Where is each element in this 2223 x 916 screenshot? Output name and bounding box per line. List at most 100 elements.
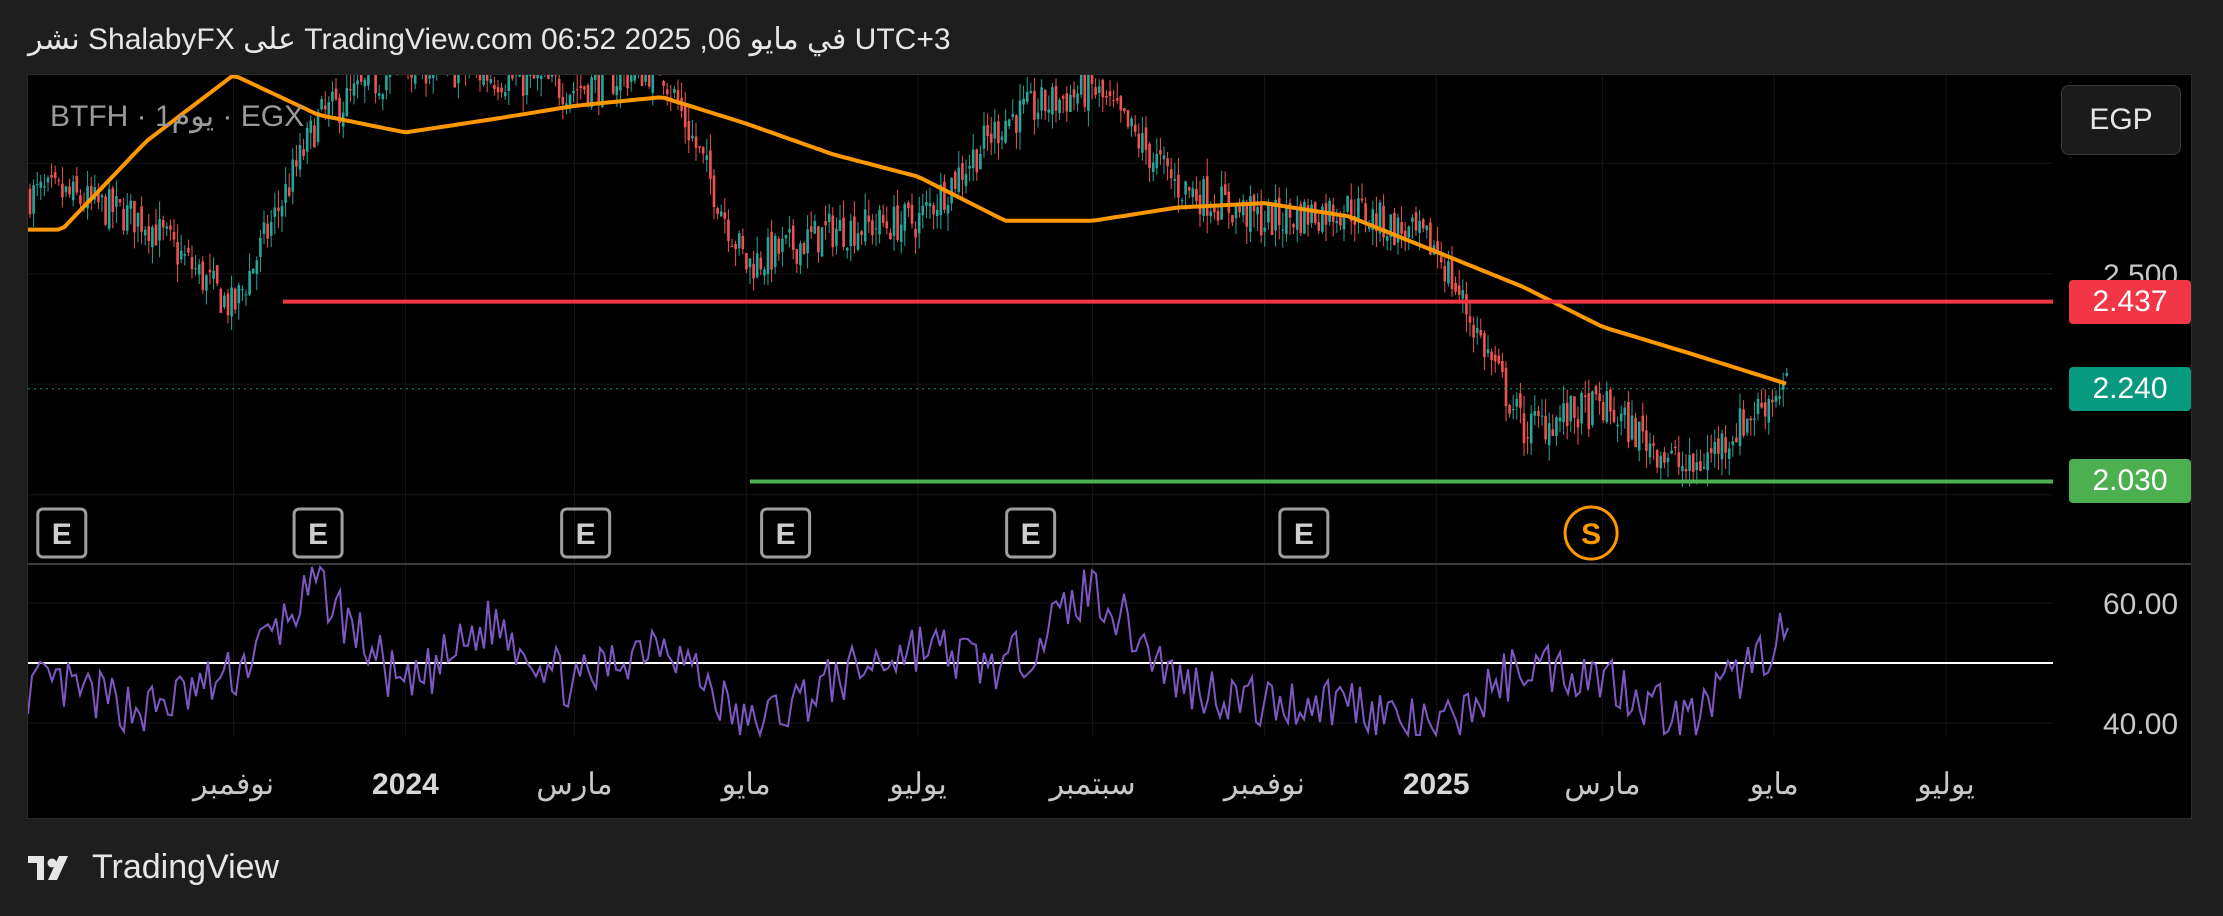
candle-body [791, 225, 795, 250]
candle-body [1508, 405, 1511, 414]
candle-body [151, 227, 154, 248]
candle-body [273, 207, 277, 217]
horizontal-lines[interactable] [28, 299, 2053, 484]
tradingview-logo[interactable]: TradingView [28, 848, 279, 887]
candle-body [572, 90, 575, 94]
candle-body [1223, 184, 1227, 196]
candle-body [766, 237, 770, 275]
candle-body [593, 75, 597, 80]
candle-body [698, 146, 701, 148]
candle-body [410, 75, 413, 78]
candle-body [496, 87, 500, 93]
candle-body [763, 269, 766, 276]
candle-body [1511, 409, 1515, 411]
candle-body [1519, 393, 1522, 408]
candle-body [1130, 118, 1133, 127]
candle-body [853, 216, 856, 246]
chart-canvas[interactable]: EEEEEES نوفمبر 2024 مارس مايو يوليو سبتمبر نوف… [28, 75, 2191, 818]
candle-body [1562, 403, 1565, 423]
candle-body [1411, 217, 1414, 222]
candle-body [1126, 110, 1130, 127]
candle-body [989, 133, 993, 143]
candle-body [1097, 86, 1101, 94]
split-event-label: S [1581, 518, 1601, 551]
candle-body [647, 75, 651, 87]
candle-body [1612, 409, 1616, 422]
candle-body [788, 229, 791, 233]
candle-body [1702, 466, 1706, 469]
candle-body [1472, 324, 1475, 338]
candle-body [1335, 221, 1339, 224]
currency-button[interactable]: EGP [2061, 85, 2181, 155]
candle-body [1267, 204, 1270, 223]
candle-body [1695, 462, 1699, 471]
earnings-event-label: E [52, 518, 72, 551]
candle-body [359, 75, 363, 82]
candle-body [1184, 181, 1187, 195]
candle-body [561, 96, 565, 105]
candle-body [104, 196, 107, 225]
candle-body [1108, 91, 1112, 97]
candle-body [921, 205, 925, 216]
candle-body [1591, 391, 1594, 425]
candle-body [1501, 360, 1504, 372]
candle-body [457, 75, 460, 84]
candle-body [269, 221, 273, 236]
candle-body [1141, 133, 1144, 153]
candle-body [1497, 355, 1501, 364]
candle-body [345, 87, 349, 117]
candle-body [968, 165, 971, 169]
candle-body [752, 263, 755, 279]
candle-body [856, 233, 860, 250]
candle-body [53, 172, 57, 178]
chart-container[interactable]: EEEEEES نوفمبر 2024 مارس مايو يوليو سبتمبر نوف… [27, 74, 2192, 819]
candle-body [1029, 91, 1033, 94]
candle-body [1756, 398, 1760, 414]
candle-body [165, 226, 169, 229]
candle-body [860, 231, 863, 236]
candle-body [237, 285, 241, 304]
candle-body [302, 149, 305, 156]
candle-body [1709, 448, 1713, 454]
candle-body [903, 204, 907, 231]
candle-body [730, 246, 734, 248]
symbol-label[interactable]: BTFH · 1يوم · EGX [50, 99, 304, 134]
candle-body [619, 75, 622, 91]
event-markers[interactable]: EEEEEES [36, 505, 1619, 561]
candle-body [233, 288, 237, 310]
candle-body [1551, 429, 1555, 436]
candle-body [1166, 158, 1169, 167]
candle-body [1688, 454, 1691, 471]
candle-body [219, 288, 223, 313]
candle-body [1202, 179, 1205, 216]
candle-body [734, 243, 737, 249]
candle-body [1504, 367, 1508, 406]
candle-body [1155, 153, 1159, 168]
candle-body [986, 125, 989, 137]
candle-body [1004, 120, 1007, 143]
candle-body [813, 221, 817, 234]
candle-body [910, 204, 914, 224]
candle-body [223, 295, 226, 307]
candle-body [1051, 87, 1054, 115]
candle-body [1303, 201, 1306, 234]
candle-body [946, 204, 950, 214]
candle-body [305, 127, 309, 152]
candle-body [1565, 402, 1569, 427]
candle-body [932, 204, 935, 215]
candle-body [1540, 415, 1544, 417]
candle-body [1439, 256, 1443, 263]
candle-body [1576, 419, 1580, 428]
candle-body [147, 226, 151, 242]
candle-body [1598, 393, 1601, 402]
candle-body [745, 253, 748, 270]
x-axis-tick-label: نوفمبر [191, 768, 274, 802]
support-price-tag: 2.030 [2069, 459, 2191, 504]
candle-body [136, 212, 140, 227]
candle-body [1569, 395, 1573, 422]
candle-body [889, 232, 892, 240]
candle-body [1468, 316, 1472, 323]
candle-body [547, 75, 550, 79]
x-axis-tick-label: سبتمبر [1048, 768, 1136, 802]
candle-body [1645, 430, 1648, 452]
